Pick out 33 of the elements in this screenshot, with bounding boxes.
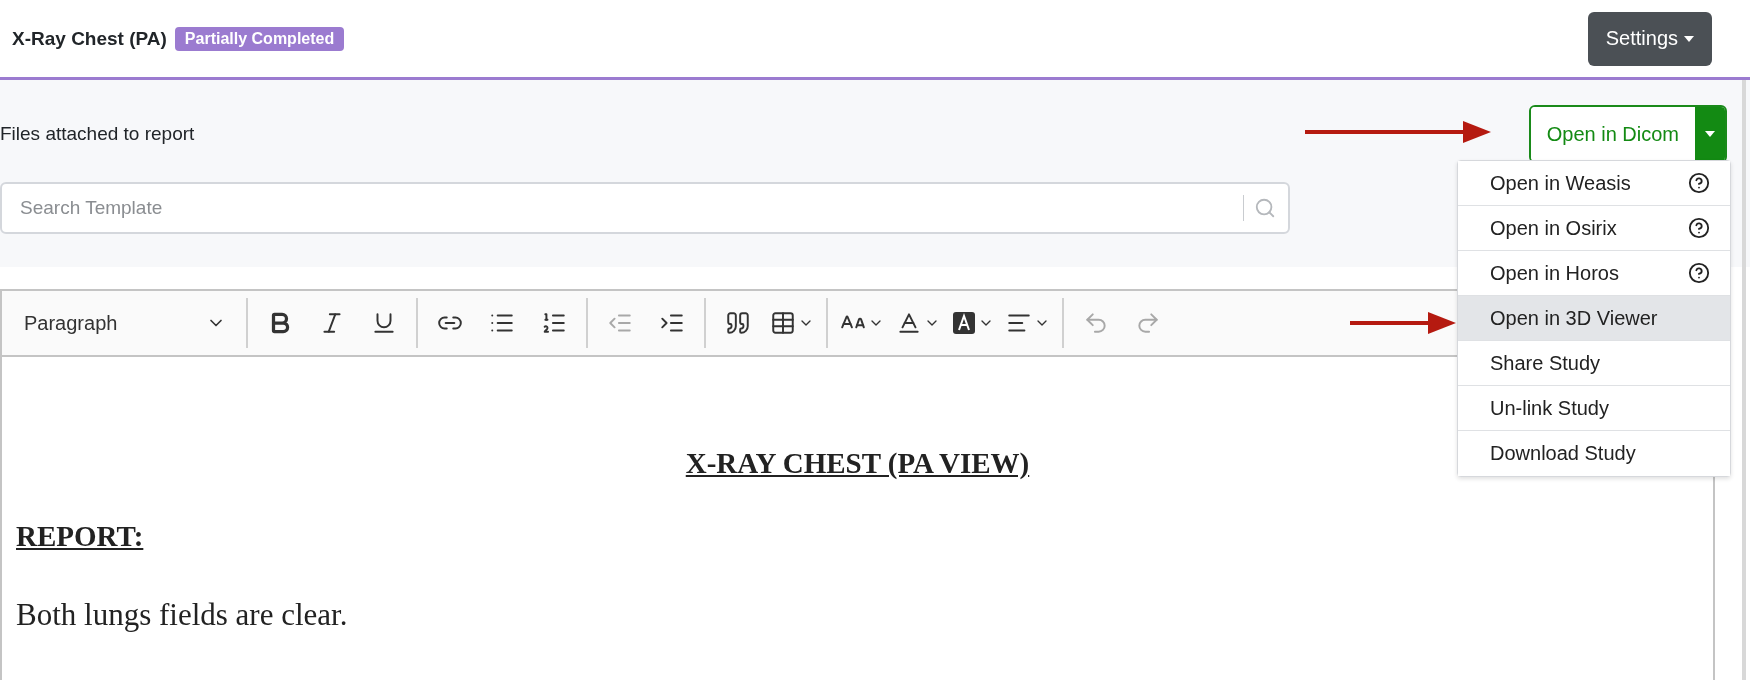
search-field[interactable]: Search Template xyxy=(0,182,1290,234)
caret-icon xyxy=(1705,131,1715,137)
open-dicom-button[interactable]: Open in Dicom xyxy=(1530,107,1695,161)
table-icon xyxy=(770,310,796,336)
menu-item[interactable]: Open in Osirix xyxy=(1458,206,1730,251)
numbers-icon xyxy=(541,310,567,336)
heading-select[interactable]: Paragraph xyxy=(10,301,240,345)
quote-icon xyxy=(725,310,751,336)
underline-icon xyxy=(371,310,397,336)
document-title: X-RAY CHEST (PA VIEW) xyxy=(685,447,1030,480)
dicom-dropdown-toggle[interactable] xyxy=(1695,107,1725,161)
files-label: Files attached to report xyxy=(0,123,195,145)
help-icon xyxy=(1688,172,1710,194)
caret-icon xyxy=(1684,35,1694,42)
highlight-icon xyxy=(952,311,976,335)
settings-button[interactable]: Settings xyxy=(1587,11,1712,66)
section-heading: REPORT: xyxy=(16,520,145,553)
menu-item[interactable]: Open in Horos xyxy=(1458,251,1730,296)
help-icon xyxy=(1688,262,1710,284)
redo-icon xyxy=(1135,310,1161,336)
menu-item[interactable]: Share Study xyxy=(1458,341,1730,386)
search-icon xyxy=(1254,197,1276,219)
report-title: X-Ray Chest (PA) xyxy=(12,27,167,50)
menu-item[interactable]: Open in Weasis xyxy=(1458,161,1730,206)
menu-item[interactable]: Un-link Study xyxy=(1458,386,1730,431)
menu-item[interactable]: Download Study xyxy=(1458,431,1730,476)
fontcolor-icon xyxy=(896,310,922,336)
report-paragraph: Both lungs fields are clear. xyxy=(16,597,349,633)
help-icon xyxy=(1688,217,1710,239)
menu-item[interactable]: Open in 3D Viewer xyxy=(1458,296,1730,341)
undo-icon xyxy=(1083,310,1109,336)
status-badge: Partially Completed xyxy=(174,26,345,51)
search-input[interactable]: Search Template xyxy=(18,196,1243,220)
